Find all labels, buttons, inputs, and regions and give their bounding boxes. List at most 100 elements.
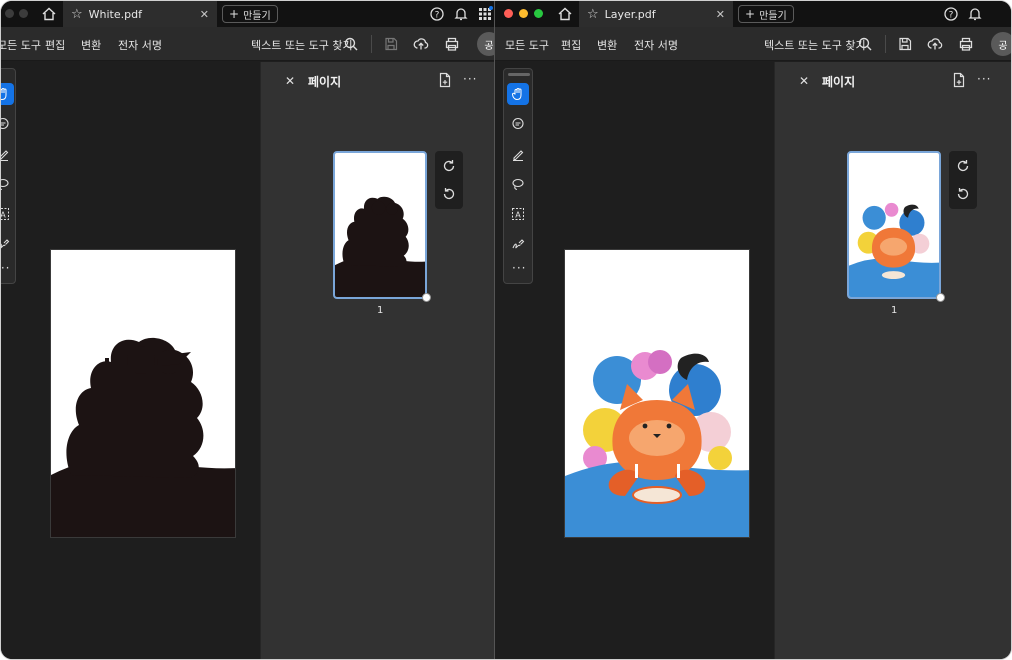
silhouette-artwork [51,337,235,537]
pen-tool[interactable] [507,143,529,165]
menu-convert[interactable]: 변환 [597,37,617,53]
rotate-ccw-icon[interactable] [955,186,971,202]
text-select-tool[interactable]: A [507,203,529,225]
panel-title: 페이지 [822,75,856,89]
rotate-cw-icon[interactable] [955,158,971,174]
home-icon[interactable] [557,6,573,22]
plus-icon: + [229,7,240,21]
menu-all-tools[interactable]: 모든 도구 [1,37,41,53]
rotate-ccw-icon[interactable] [441,186,457,202]
tab-title: White.pdf [88,7,142,21]
menu-esign[interactable]: 전자 서명 [118,37,162,53]
pages-panel: ✕ 페이지 ··· 1 [260,62,494,659]
zoom-window-dot[interactable] [534,9,543,18]
search-tools-label[interactable]: 텍스트 또는 도구 찾기 [764,37,866,53]
menu-edit[interactable]: 편집 [45,37,65,53]
tab-bar: ☆ Layer.pdf ✕ + 만들기 ? [495,1,1011,27]
sign-tool[interactable] [1,233,14,255]
pen-tool[interactable] [1,143,14,165]
pen-icon [513,150,524,161]
minimize-window-dot[interactable] [519,9,528,18]
pdf-page [50,249,236,538]
upload-icon[interactable] [927,36,943,52]
rotate-controls [435,151,463,209]
close-window-dot[interactable] [504,9,513,18]
menu-all-tools[interactable]: 모든 도구 [505,37,549,53]
lasso-tool[interactable] [1,173,14,195]
hand-icon [512,88,522,101]
upload-icon[interactable] [413,36,429,52]
apps-icon[interactable] [477,6,493,22]
plus-icon: + [745,7,756,21]
close-icon[interactable]: ✕ [716,8,725,21]
svg-text:?: ? [949,11,954,21]
bell-icon[interactable] [453,6,469,22]
menu-convert[interactable]: 변환 [81,37,101,53]
comment-tool[interactable] [507,113,529,135]
rail-grip[interactable] [508,73,530,76]
window-control-dot[interactable] [5,9,14,18]
new-tab-label: 만들기 [243,10,271,22]
more-icon[interactable]: ··· [1,261,10,275]
save-icon[interactable] [383,36,399,52]
window-control-dot[interactable] [19,9,28,18]
pen-icon [1,150,9,161]
thumbnail-resize-handle[interactable] [936,293,945,302]
page-thumbnail[interactable] [847,151,941,299]
help-icon[interactable]: ? [429,6,445,22]
text-select-icon: A [1,208,9,220]
menu-edit[interactable]: 편집 [561,37,581,53]
new-tab-label: 만들기 [759,10,787,22]
avatar[interactable]: 공 [991,32,1011,56]
hand-tool[interactable] [1,83,14,105]
toolbar-separator [885,35,886,53]
bell-icon[interactable] [967,6,983,22]
document-tab[interactable]: ☆ White.pdf ✕ [63,1,217,27]
print-icon[interactable] [444,36,460,52]
desktop-frame: ☆ White.pdf ✕ + 만들기 ? 모든 도구 편집 변환 전자 서명 … [0,0,1012,660]
new-tab-button[interactable]: + 만들기 [222,5,278,23]
menu-bar: 모든 도구 편집 변환 전자 서명 텍스트 또는 도구 찾기 공 [1,27,494,61]
document-canvas: A ··· [1,62,260,659]
save-icon[interactable] [897,36,913,52]
print-icon[interactable] [958,36,974,52]
left-acrobat-window: ☆ White.pdf ✕ + 만들기 ? 모든 도구 편집 변환 전자 서명 … [1,1,494,659]
close-icon[interactable]: ✕ [285,74,295,88]
new-tab-button[interactable]: + 만들기 [738,5,794,23]
comment-icon [1,117,9,130]
document-tab[interactable]: ☆ Layer.pdf ✕ [579,1,733,27]
more-icon[interactable]: ··· [463,72,477,86]
document-canvas: A ··· [495,62,774,659]
page-number: 1 [891,305,898,316]
more-icon[interactable]: ··· [512,261,526,275]
page-thumbnail[interactable] [333,151,427,299]
avatar[interactable]: 공 [477,32,494,56]
close-icon[interactable]: ✕ [200,8,209,21]
pages-panel: ✕ 페이지 ··· 1 [774,62,1011,659]
tab-bar: ☆ White.pdf ✕ + 만들기 ? [1,1,494,27]
hand-tool[interactable] [507,83,529,105]
fox-artwork [565,350,749,537]
search-tools-label[interactable]: 텍스트 또는 도구 찾기 [251,37,353,53]
home-icon[interactable] [41,6,57,22]
text-select-tool[interactable]: A [1,203,14,225]
more-icon[interactable]: ··· [977,72,991,86]
search-icon[interactable] [857,36,873,52]
search-icon[interactable] [343,36,359,52]
help-icon[interactable]: ? [943,6,959,22]
rotate-cw-icon[interactable] [441,158,457,174]
sign-tool[interactable] [507,233,529,255]
comment-tool[interactable] [1,113,14,135]
star-icon[interactable]: ☆ [587,7,599,22]
star-icon[interactable]: ☆ [71,7,83,22]
panel-title: 페이지 [308,75,342,89]
lasso-tool[interactable] [507,173,529,195]
close-icon[interactable]: ✕ [799,74,809,88]
add-page-icon[interactable] [437,72,453,88]
svg-text:?: ? [435,11,440,21]
sign-icon [512,239,525,249]
add-page-icon[interactable] [951,72,967,88]
toolbar-separator [371,35,372,53]
thumbnail-resize-handle[interactable] [422,293,431,302]
menu-esign[interactable]: 전자 서명 [634,37,678,53]
